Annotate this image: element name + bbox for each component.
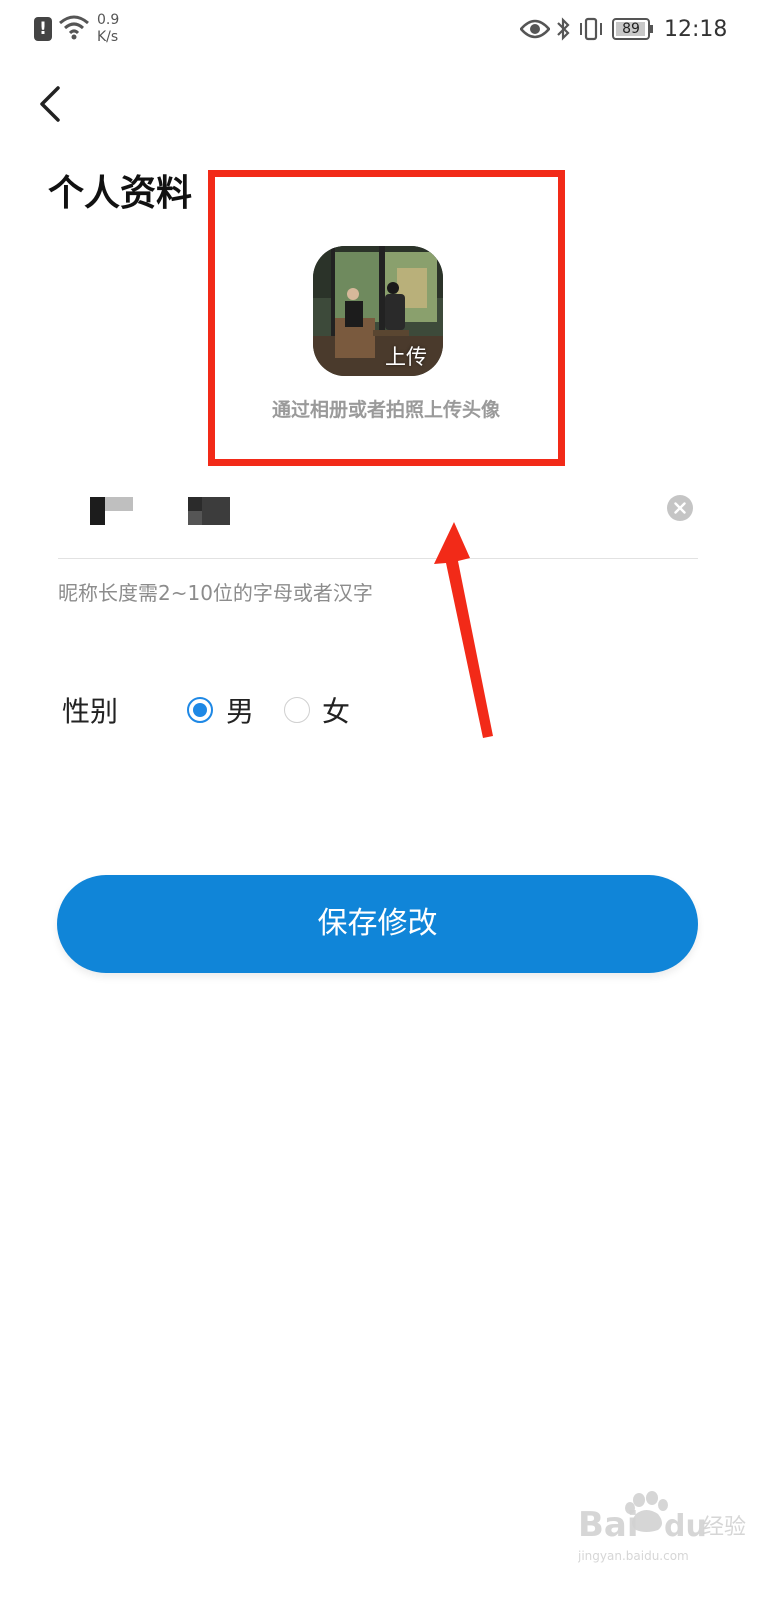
network-speed-value: 0.9 — [97, 12, 120, 28]
page-title: 个人资料 — [48, 173, 193, 214]
wifi-icon — [59, 15, 89, 40]
redacted-text — [188, 497, 202, 511]
gender-male-label[interactable]: 男 — [226, 694, 254, 730]
redacted-text — [105, 497, 133, 511]
clock-time: 12:18 — [664, 17, 728, 42]
svg-text:jingyan.baidu.com: jingyan.baidu.com — [578, 1549, 689, 1563]
back-button[interactable] — [30, 82, 74, 126]
save-button[interactable]: 保存修改 — [57, 875, 698, 973]
gender-female-label[interactable]: 女 — [322, 694, 350, 730]
network-speed-unit: K/s — [97, 29, 119, 45]
annotation-highlight-box — [208, 170, 565, 466]
vibrate-icon — [580, 17, 602, 41]
nickname-input[interactable] — [58, 480, 698, 559]
clear-input-icon[interactable] — [667, 495, 693, 521]
svg-text:Bai: Bai — [578, 1505, 639, 1545]
gender-label: 性别 — [62, 695, 119, 728]
gender-male-radio[interactable] — [187, 697, 213, 723]
redacted-text — [90, 497, 105, 525]
alert-icon: ! — [34, 17, 52, 41]
baidu-jingyan-watermark-logo: Bai du 经验 jingyan.baidu.com — [578, 1491, 746, 1563]
nickname-hint: 昵称长度需2~10位的字母或者汉字 — [58, 581, 373, 605]
status-bar: ! 0.9 K/s 89 12:18 — [0, 0, 770, 62]
battery-level: 89 — [622, 21, 640, 37]
network-speed: 0.9 K/s — [97, 12, 119, 46]
annotation-arrow — [434, 522, 493, 738]
redacted-text — [202, 497, 230, 525]
svg-text:经验: 经验 — [702, 1515, 746, 1540]
bluetooth-icon — [557, 17, 570, 41]
eye-icon — [520, 19, 550, 39]
gender-female-radio[interactable] — [284, 697, 310, 723]
redacted-text — [188, 511, 202, 525]
svg-text:du: du — [664, 1509, 707, 1544]
back-arrow-icon — [40, 86, 60, 122]
